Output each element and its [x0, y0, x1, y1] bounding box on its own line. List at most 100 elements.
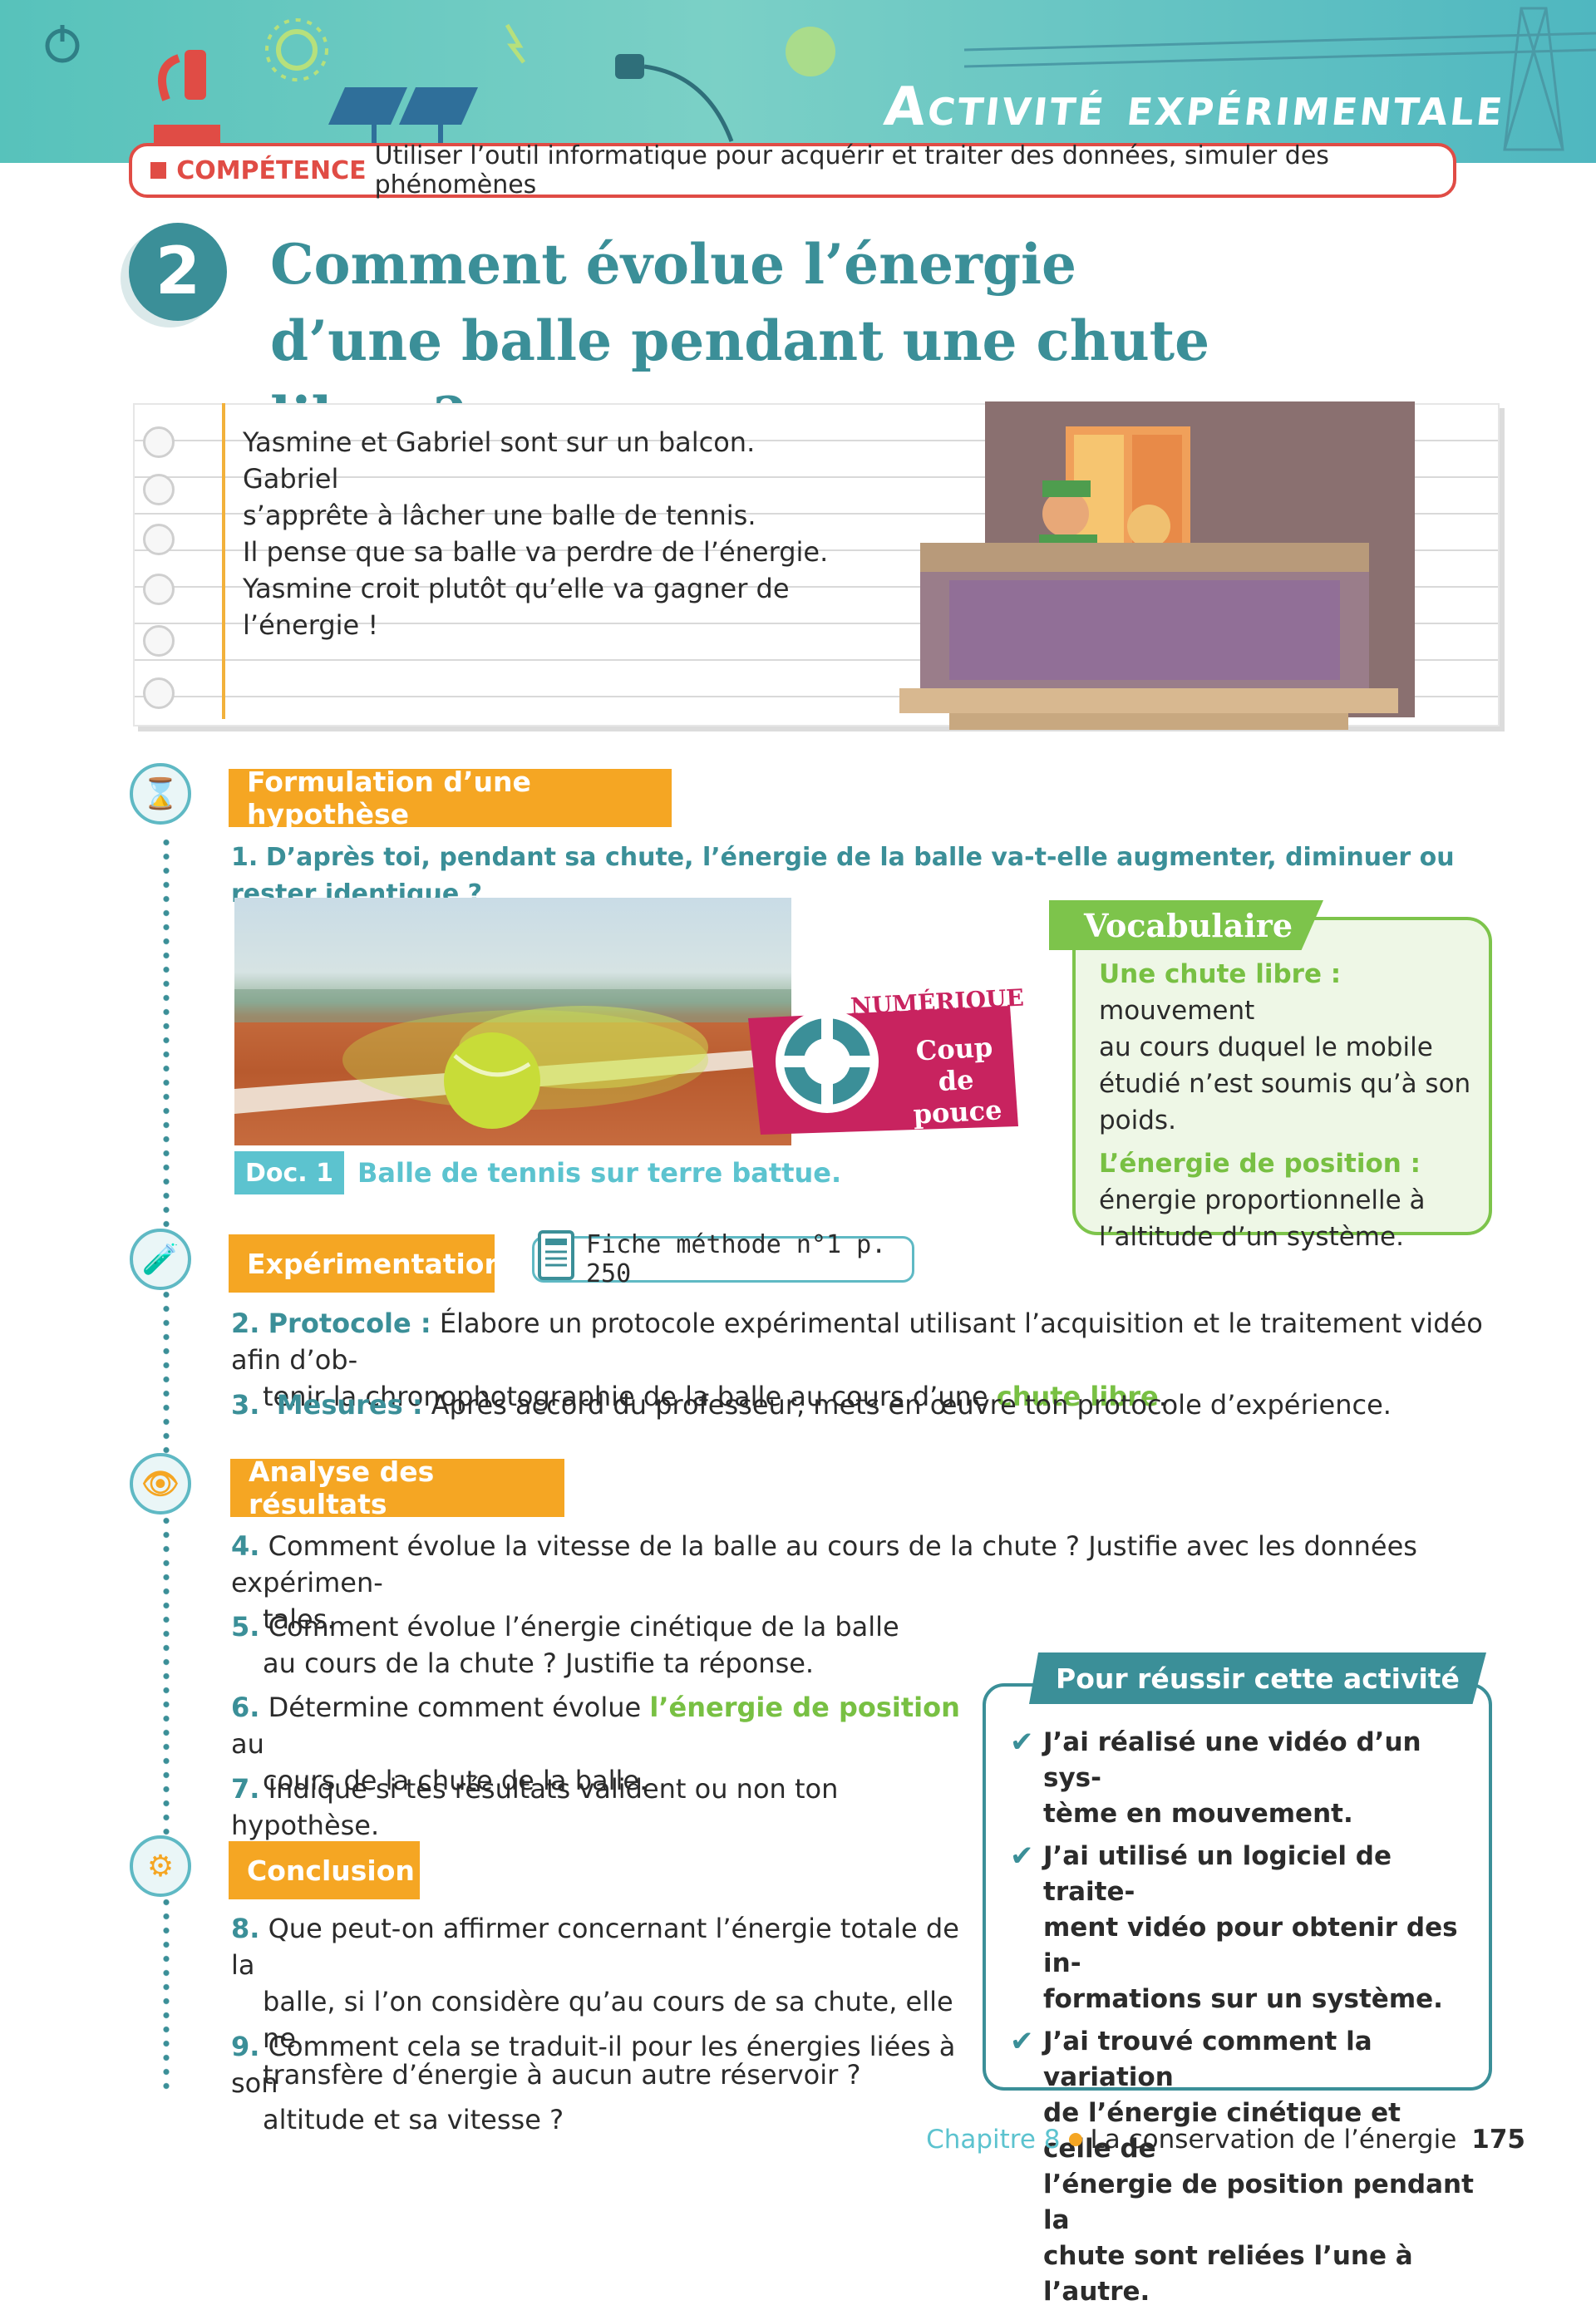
banner-title: Activité expérimentale — [880, 76, 1508, 138]
vocabulary-text: Une chute libre : mouvement au cours duq… — [1099, 956, 1477, 1255]
question-number: 9. — [231, 2031, 260, 2062]
question-text: Que peut-on affirmer concernant l’énergi… — [231, 1913, 959, 1981]
notebook-ring-icon — [143, 524, 175, 555]
intro-text: Yasmine et Gabriel sont sur un balcon. G… — [243, 424, 841, 643]
section-title-analysis: Analyse des résultats — [230, 1455, 564, 1520]
checklist-item: ✔ J’ai utilisé un logiciel de traite- me… — [1010, 1839, 1475, 2017]
checklist-line: J’ai utilisé un logiciel de traite- — [1043, 1841, 1392, 1907]
tennis-ball-photo — [234, 898, 791, 1145]
competence-text: Utiliser l’outil informatique pour acqué… — [374, 141, 1329, 199]
notebook-ring-icon — [143, 474, 175, 505]
vocabulary-title: Vocabulaire — [1049, 900, 1323, 950]
vocab-def: l’altitude d’un système. — [1099, 1222, 1404, 1252]
question-number: 1. — [231, 843, 259, 872]
checklist-line: formations sur un système. — [1043, 1984, 1443, 2014]
numerique-text: Coup de pouce — [899, 1031, 1012, 1131]
question-text: Après accord du professeur, mets en œuvr… — [422, 1389, 1392, 1421]
question-9: 9. Comment cela se traduit-il pour les é… — [231, 2028, 963, 2138]
checklist-line: J’ai trouvé comment la variation — [1043, 2027, 1372, 2092]
vocab-def: au cours duquel le mobile — [1099, 1032, 1433, 1062]
question-number: 4. — [231, 1530, 260, 1562]
question-text: Comment cela se traduit-il pour les éner… — [231, 2031, 956, 2099]
question-number: 2. — [231, 1308, 260, 1339]
fiche-methode-link[interactable]: Fiche méthode n°1 p. 250 — [532, 1230, 914, 1288]
question-number: 8. — [231, 1913, 260, 1944]
doc-caption: Balle de tennis sur terre battue. — [357, 1157, 842, 1189]
title-line-1: Comment évolue l’énergie — [270, 232, 1077, 297]
document-icon — [538, 1230, 574, 1280]
balcony-illustration — [899, 401, 1415, 730]
section-title-hypothesis: Formulation d’une hypothèse — [229, 766, 672, 830]
question-number: 6. — [231, 1692, 260, 1723]
section-title-experimentation: Expérimentation — [229, 1234, 504, 1293]
solar-panel-icon — [328, 87, 478, 145]
page-number: 175 — [1471, 2125, 1525, 2155]
question-number: 5. — [231, 1611, 260, 1643]
vocab-def: poids. — [1099, 1106, 1176, 1135]
lightning-icon — [505, 23, 525, 64]
checklist-line: chute sont reliées l’une à l’autre. — [1043, 2241, 1413, 2307]
question-text: altitude et sa vitesse ? — [263, 2104, 564, 2135]
checklist-line: ment vidéo pour obtenir des in- — [1043, 1913, 1458, 1978]
lightbulb-icon — [786, 27, 835, 76]
activity-number-badge: 2 — [129, 223, 227, 321]
microscope-icon — [154, 50, 220, 143]
checklist-line: l’énergie de position pendant la — [1043, 2170, 1474, 2235]
gear-icon: ⚙ — [130, 1835, 191, 1897]
notebook-ring-icon — [143, 574, 175, 605]
competence-box: COMPÉTENCE Utiliser l’outil informatique… — [129, 141, 1456, 199]
checklist-line: J’ai réalisé une vidéo d’un sys- — [1043, 1727, 1421, 1793]
notebook-ring-icon — [143, 426, 175, 458]
question-text: au — [231, 1728, 264, 1760]
notebook-ring-icon — [143, 677, 175, 709]
success-checklist: ✔ J’ai réalisé une vidéo d’un sys- tème … — [1010, 1725, 1475, 2310]
checklist-item: ✔ J’ai trouvé comment la variation de l’… — [1010, 2024, 1475, 2310]
check-icon: ✔ — [1010, 1840, 1034, 1873]
intro-line: s’apprête à lâcher une balle de tennis. — [243, 500, 756, 531]
success-checklist-title: Pour réussir cette activité — [1029, 1652, 1486, 1704]
vocab-term: Une chute libre : — [1099, 959, 1342, 989]
plug-icon — [615, 54, 734, 142]
page-footer: Chapitre 8 La conservation de l’énergie … — [926, 2125, 1525, 2155]
hourglass-icon: ⌛ — [130, 763, 191, 825]
intro-line: l’énergie ! — [243, 609, 379, 641]
question-label: Mesures : — [276, 1389, 423, 1421]
notebook-margin-line — [222, 403, 225, 719]
question-3: 3. Mesures : Après accord du professeur,… — [231, 1386, 1495, 1423]
question-number: 7. — [231, 1773, 260, 1805]
bullet-dot-icon — [1068, 2133, 1082, 2146]
checklist-item: ✔ J’ai réalisé une vidéo d’un sys- tème … — [1010, 1725, 1475, 1832]
notebook-ring-icon — [143, 625, 175, 657]
test-tube-icon: 🧪 — [130, 1229, 191, 1290]
question-7: 7. Indique si tes résultats valident ou … — [231, 1771, 963, 1844]
footer-chapter: Chapitre 8 — [926, 2125, 1061, 2155]
question-label: Protocole : — [268, 1308, 431, 1339]
vocab-def: mouvement — [1099, 996, 1255, 1026]
sun-icon — [265, 18, 328, 81]
checklist-line: tème en mouvement. — [1043, 1799, 1353, 1829]
numerique-coup-de-pouce-button[interactable]: NUMÉRIQUE Coup de pouce — [744, 984, 1025, 1143]
intro-line: Il pense que sa balle va perdre de l’éne… — [243, 536, 829, 568]
question-text: Détermine comment évolue — [268, 1692, 650, 1723]
question-5: 5. Comment évolue l’énergie cinétique de… — [231, 1608, 963, 1682]
magnifier-eye-icon: 👁 — [130, 1453, 191, 1515]
square-icon — [150, 162, 167, 179]
footer-chapter-title: La conservation de l’énergie — [1090, 2125, 1457, 2155]
vocab-def: énergie proportionnelle à — [1099, 1185, 1426, 1215]
question-text: Comment évolue l’énergie cinétique de la… — [268, 1611, 899, 1643]
doc-label: Doc. 1 — [234, 1151, 344, 1194]
section-title-conclusion: Conclusion — [229, 1841, 420, 1899]
numerique-line: de pouce — [912, 1063, 1003, 1130]
check-icon: ✔ — [1010, 1726, 1034, 1759]
vocab-term: L’énergie de position : — [1099, 1149, 1421, 1179]
intro-line: Yasmine croit plutôt qu’elle va gagner d… — [243, 573, 790, 604]
vocab-link[interactable]: l’énergie de position — [649, 1692, 960, 1723]
question-text: au cours de la chute ? Justifie ta répon… — [263, 1648, 815, 1679]
question-number: 3. — [231, 1389, 260, 1421]
check-icon: ✔ — [1010, 2025, 1034, 2058]
intro-line: Yasmine et Gabriel sont sur un balcon. G… — [243, 426, 756, 495]
header-banner: Activité expérimentale — [0, 0, 1596, 163]
question-text: Comment évolue la vitesse de la balle au… — [231, 1530, 1417, 1598]
vocab-def: étudié n’est soumis qu’à son — [1099, 1069, 1471, 1099]
competence-label: COMPÉTENCE — [176, 155, 367, 185]
